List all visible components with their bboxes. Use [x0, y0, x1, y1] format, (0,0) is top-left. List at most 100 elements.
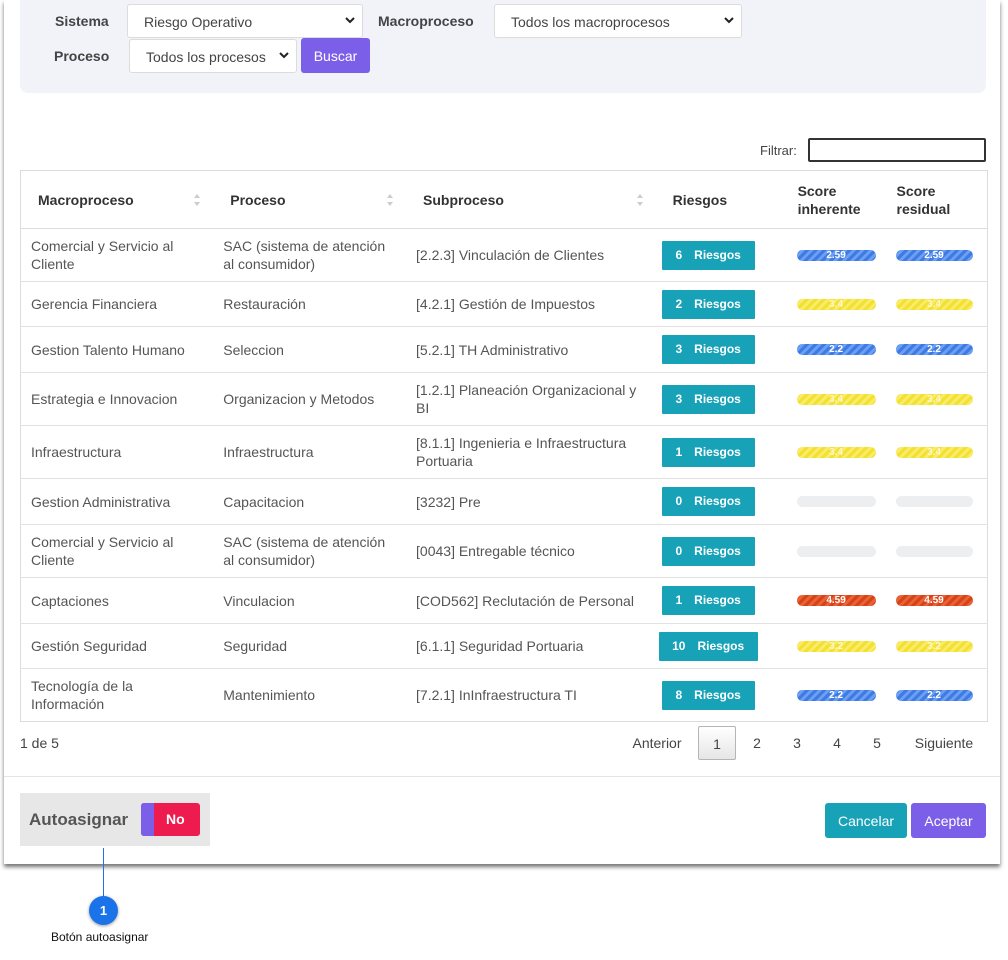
riesgos-badge[interactable]: 0 Riesgos: [661, 536, 755, 566]
table-row[interactable]: Tecnología de la Información Mantenimient…: [20, 668, 988, 722]
cell-subproceso: [5.2.1] TH Administrativo: [406, 326, 656, 373]
col-macroproceso[interactable]: Macroproceso: [20, 170, 214, 229]
buscar-button[interactable]: Buscar: [301, 38, 370, 73]
riesgos-badge[interactable]: 10 Riesgos: [658, 631, 758, 661]
col-score-residual-label: Score residual: [896, 182, 951, 217]
sistema-label: Sistema: [55, 13, 109, 29]
table-row[interactable]: Comercial y Servicio al Cliente SAC (sist…: [20, 524, 988, 578]
table-row[interactable]: Gestion Talento Humano Seleccion [5.2.1] T…: [20, 326, 988, 373]
score-inherente-bar: 3.2: [796, 640, 876, 652]
riesgos-word: Riesgos: [694, 342, 741, 356]
table-row[interactable]: Gestión Seguridad Seguridad [6.1.1] Seguri…: [20, 623, 988, 669]
score-inherente-bar: 3.4: [796, 298, 876, 310]
sort-icon: [636, 194, 643, 206]
cell-score-inherente: [788, 524, 888, 578]
pagination-page-5[interactable]: 5: [861, 726, 893, 760]
riesgos-word: Riesgos: [694, 444, 741, 459]
cell-riesgos: 3 Riesgos: [655, 326, 789, 373]
cell-score-residual: 4.59: [887, 577, 988, 624]
cell-score-residual: 2.59: [887, 228, 988, 282]
cell-riesgos: 1 Riesgos: [655, 425, 789, 479]
sistema-select[interactable]: Riesgo Operativo: [127, 4, 363, 38]
col-subproceso[interactable]: Subproceso: [406, 170, 656, 229]
score-residual-bar: 4.59: [895, 595, 973, 606]
cell-riesgos: 8 Riesgos: [655, 668, 789, 722]
pagination-next[interactable]: Siguiente: [908, 726, 980, 760]
table-row[interactable]: Infraestructura Infraestructura [8.1.1] In…: [20, 425, 988, 479]
score-residual-bar: 3.2: [895, 640, 973, 652]
riesgos-word: Riesgos: [694, 494, 741, 508]
riesgos-badge[interactable]: 1 Riesgos: [661, 586, 755, 615]
riesgos-count: 0: [675, 494, 683, 508]
riesgos-count: 3: [675, 342, 683, 356]
proceso-select[interactable]: Todos los procesos: [129, 39, 297, 73]
cell-score-inherente: 3.4: [788, 372, 888, 426]
riesgos-count: 10: [672, 638, 686, 653]
riesgos-count: 0: [675, 543, 683, 558]
cell-riesgos: 1 Riesgos: [655, 577, 789, 624]
riesgos-badge[interactable]: 2 Riesgos: [661, 289, 755, 319]
table-row[interactable]: Gerencia Financiera Restauración [4.2.1] G…: [20, 281, 988, 327]
macroproceso-select[interactable]: Todos los macroprocesos: [494, 4, 742, 38]
pagination-page-3[interactable]: 3: [781, 726, 813, 760]
proceso-select-value: Todos los procesos: [146, 49, 266, 65]
cell-score-residual: 2.2: [887, 326, 988, 373]
pagination-prev[interactable]: Anterior: [626, 726, 688, 760]
cell-macroproceso: Gestion Administrativa: [20, 478, 214, 525]
cell-riesgos: 6 Riesgos: [655, 228, 789, 282]
autoasignar-group: Autoasignar No: [20, 793, 210, 846]
score-inherente-bar: 4.59: [796, 595, 876, 606]
cell-macroproceso: Comercial y Servicio al Cliente: [20, 228, 214, 282]
cell-macroproceso: Estrategia e Innovacion: [20, 372, 214, 426]
cell-score-residual: 2.2: [887, 668, 988, 722]
cell-proceso: Vinculacion: [213, 577, 407, 624]
col-score-residual: Score residual: [887, 170, 988, 229]
toggle-knob: [141, 803, 154, 836]
pagination-page-1[interactable]: 1: [698, 726, 736, 760]
score-inherente-bar: 3.4: [796, 393, 876, 405]
accept-button[interactable]: Aceptar: [911, 803, 986, 838]
riesgos-badge[interactable]: 0 Riesgos: [661, 487, 755, 516]
riesgos-word: Riesgos: [697, 638, 745, 653]
riesgos-word: Riesgos: [694, 593, 741, 607]
score-inherente-bar: 3.4: [796, 446, 876, 458]
col-proceso[interactable]: Proceso: [213, 170, 407, 229]
score-residual-bar: [895, 496, 973, 507]
riesgos-badge[interactable]: 6 Riesgos: [661, 240, 755, 270]
sort-icon: [194, 194, 201, 206]
riesgos-badge[interactable]: 3 Riesgos: [661, 384, 755, 414]
callout-marker: 1: [89, 896, 118, 925]
cancel-button[interactable]: Cancelar: [825, 803, 907, 838]
cell-proceso: Infraestructura: [213, 425, 407, 479]
cell-score-inherente: 2.2: [788, 668, 888, 722]
cell-subproceso: [1.2.1] Planeación Organizacional y BI: [406, 372, 656, 426]
cell-subproceso: [8.1.1] Ingenieria e Infraestructura Por…: [406, 425, 656, 479]
col-proceso-label: Proceso: [230, 191, 286, 208]
table-row[interactable]: Gestion Administrativa Capacitacion [3232]…: [20, 478, 988, 525]
cell-subproceso: [2.2.3] Vinculación de Clientes: [406, 228, 656, 282]
cell-score-inherente: 2.2: [788, 326, 888, 373]
cell-riesgos: 2 Riesgos: [655, 281, 789, 327]
pagination-page-2[interactable]: 2: [741, 726, 773, 760]
riesgos-badge[interactable]: 1 Riesgos: [661, 437, 755, 467]
autoasignar-toggle[interactable]: No: [141, 803, 200, 836]
filtrar-input[interactable]: [808, 138, 986, 162]
cell-proceso: Mantenimiento: [213, 668, 407, 722]
table-row[interactable]: Estrategia e Innovacion Organizacion y Me…: [20, 372, 988, 426]
table-row[interactable]: Comercial y Servicio al Cliente SAC (sist…: [20, 228, 988, 282]
sistema-select-value: Riesgo Operativo: [144, 14, 253, 30]
cell-riesgos: 0 Riesgos: [655, 478, 789, 525]
cell-score-residual: 3.4: [887, 372, 988, 426]
cell-score-inherente: [788, 478, 888, 525]
riesgos-count: 2: [675, 296, 683, 311]
chevron-down-icon: [345, 17, 355, 24]
cell-score-residual: 3.4: [887, 281, 988, 327]
cell-score-residual: [887, 524, 988, 578]
riesgos-badge[interactable]: 3 Riesgos: [661, 335, 755, 364]
cell-score-inherente: 3.4: [788, 281, 888, 327]
pagination-page-4[interactable]: 4: [821, 726, 853, 760]
riesgos-badge[interactable]: 8 Riesgos: [661, 680, 755, 710]
col-riesgos: Riesgos: [655, 170, 789, 229]
table-row[interactable]: Captaciones Vinculacion [COD562] Reclutaci…: [20, 577, 988, 624]
cell-macroproceso: Gestión Seguridad: [20, 623, 214, 669]
